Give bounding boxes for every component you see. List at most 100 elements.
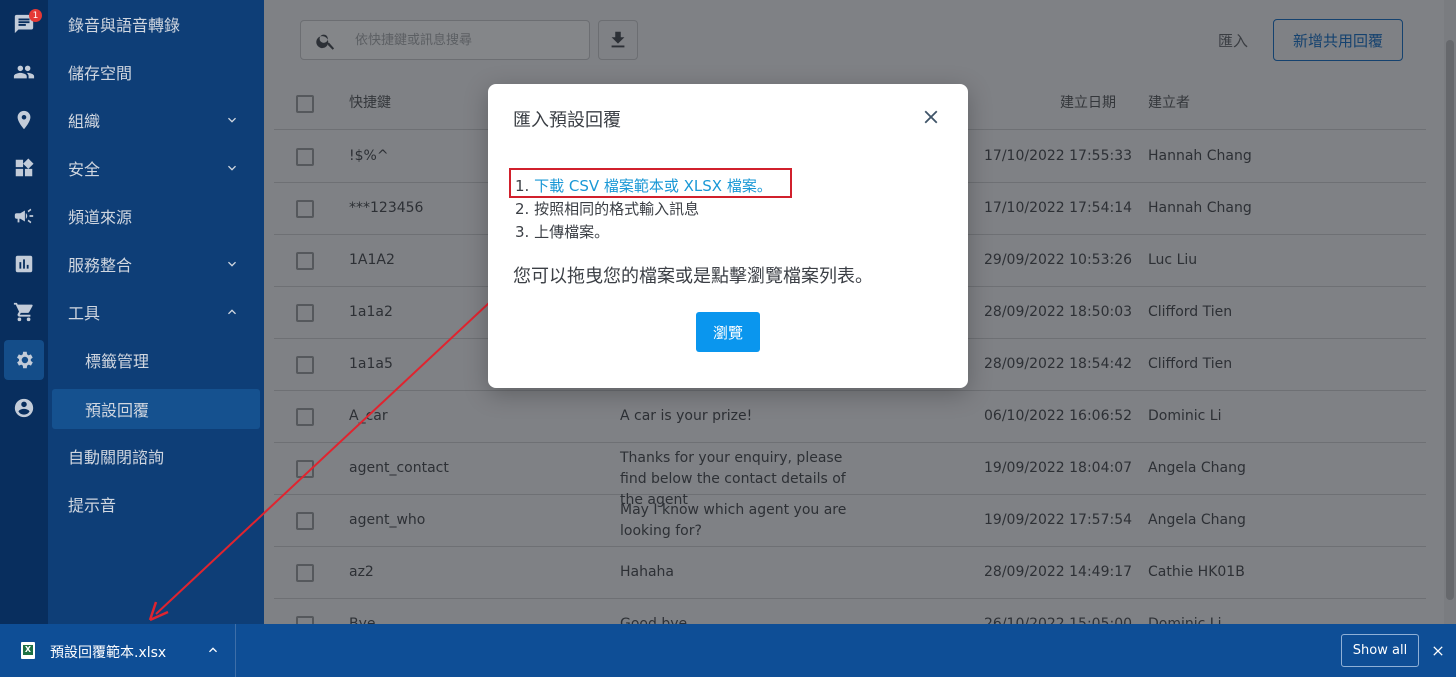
settings-menu: 錄音與語音轉錄 儲存空間 組織 安全 頻道來源 服務整合 工具 標籤管理 預設回… [48,0,287,624]
step-2: 2. 按照相同的格式輸入訊息 [515,200,700,218]
menu-item-notification-sound[interactable]: 提示音 [52,484,260,524]
menu-item-label: 頻道來源 [68,208,133,227]
step-1: 1. 下載 CSV 檔案範本或 XLSX 檔案。 [515,175,772,196]
download-item[interactable]: X 預設回覆範本.xlsx [0,624,236,677]
cell-creator: Angela Chang [1148,460,1246,476]
menu-item-tools[interactable]: 工具 [52,292,260,332]
search-input[interactable] [355,29,575,51]
row-checkbox[interactable] [296,616,314,624]
table-row[interactable]: A_car A car is your prize! 06/10/2022 16:0… [274,391,1426,443]
row-checkbox[interactable] [296,200,314,218]
cell-key: 1A1A2 [349,252,395,268]
select-all-checkbox[interactable] [296,95,314,113]
row-checkbox[interactable] [296,408,314,426]
cell-creator: Luc Liu [1148,252,1198,268]
menu-item-label: 安全 [68,160,101,179]
cell-key: 1a1a5 [349,356,393,372]
chevron-up-icon [224,304,240,320]
row-checkbox[interactable] [296,460,314,478]
cell-creator: Clifford Tien [1148,356,1233,372]
download-bar: X 預設回覆範本.xlsx Show all [0,624,1456,677]
import-dialog: 匯入預設回覆 1. 下載 CSV 檔案範本或 XLSX 檔案。 2. 按照相同的… [488,84,968,388]
row-checkbox[interactable] [296,252,314,270]
row-checkbox[interactable] [296,304,314,322]
menu-item-label: 組織 [68,112,101,131]
table-row[interactable]: agent_contact Thanks for your enquiry, pl… [274,443,1426,508]
menu-item-tag-management[interactable]: 標籤管理 [52,340,260,380]
cell-date: 28/09/2022 18:50:03 [984,304,1133,320]
menu-item-auto-close[interactable]: 自動關閉諮詢 [52,436,260,476]
table-row[interactable]: az2 Hahaha 28/09/2022 14:49:17 Cathie HK01B [274,547,1426,599]
menu-item-storage[interactable]: 儲存空間 [52,52,260,92]
excel-file-icon: X [21,642,35,659]
show-all-button[interactable]: Show all [1341,634,1419,667]
browse-button[interactable]: 瀏覽 [696,312,760,352]
account-icon[interactable] [4,388,44,428]
cell-key: az2 [349,564,374,580]
icon-rail: 1 [0,0,48,624]
cell-date: 17/10/2022 17:54:14 [984,200,1133,216]
chevron-down-icon [224,256,240,272]
close-icon[interactable] [920,106,942,128]
header-creator: 建立者 [1148,95,1190,111]
cell-message: May I know which agent you are looking f… [620,502,847,539]
chat-icon[interactable]: 1 [4,4,44,44]
search-icon [315,30,337,52]
header-key: 快捷鍵 [349,95,391,111]
menu-item-recording[interactable]: 錄音與語音轉錄 [52,4,260,44]
cell-date: 19/09/2022 18:04:07 [984,460,1133,476]
add-shared-reply-button[interactable]: 新增共用回覆 [1273,19,1403,61]
menu-item-security[interactable]: 安全 [52,148,260,188]
menu-item-integration[interactable]: 服務整合 [52,244,260,284]
chevron-up-icon[interactable] [205,642,221,658]
step-3: 3. 上傳檔案。 [515,223,610,241]
cell-key: agent_contact [349,460,449,476]
cell-message: A car is your prize! [620,408,753,424]
row-checkbox[interactable] [296,148,314,166]
cell-key: Bye [349,616,376,624]
cell-message: Hahaha [620,564,675,580]
menu-item-label: 預設回覆 [85,401,150,420]
cell-creator: Hannah Chang [1148,200,1252,216]
cart-icon[interactable] [4,292,44,332]
download-template-link[interactable]: 下載 CSV 檔案範本或 XLSX 檔案。 [534,177,772,195]
close-icon[interactable] [1430,643,1446,659]
cell-creator: Hannah Chang [1148,148,1252,164]
table-row[interactable]: agent_who May I know which agent you are … [274,495,1426,547]
menu-item-channel-source[interactable]: 頻道來源 [52,196,260,236]
chevron-down-icon [224,160,240,176]
row-checkbox[interactable] [296,512,314,530]
location-pin-icon[interactable] [4,100,44,140]
menu-item-label: 提示音 [68,496,117,515]
cell-key: !$%^ [349,148,389,164]
people-icon[interactable] [4,52,44,92]
cell-creator: Cathie HK01B [1148,564,1245,580]
cell-creator: Angela Chang [1148,512,1246,528]
dialog-title: 匯入預設回覆 [513,110,621,131]
header-date: 建立日期 [1060,95,1116,111]
step-number: 1. [515,177,535,195]
table-row[interactable]: Bye Good bye 26/10/2022 15:05:00 Dominic Li [274,599,1426,624]
import-button[interactable]: 匯入 [1218,30,1248,51]
menu-item-label: 服務整合 [68,256,133,275]
download-icon [611,31,625,48]
bar-chart-icon[interactable] [4,244,44,284]
cell-message: Good bye [620,616,688,624]
row-checkbox[interactable] [296,564,314,582]
vertical-scrollbar[interactable] [1444,0,1456,624]
scrollbar-thumb[interactable] [1446,40,1454,600]
cell-key: 1a1a2 [349,304,393,320]
megaphone-icon[interactable] [4,196,44,236]
cell-key: agent_who [349,512,426,528]
menu-item-label: 儲存空間 [68,64,133,83]
menu-item-label: 錄音與語音轉錄 [68,16,181,35]
menu-item-default-replies[interactable]: 預設回覆 [52,389,260,429]
cell-date: 29/09/2022 10:53:26 [984,252,1133,268]
chevron-down-icon [224,112,240,128]
export-download-button[interactable] [598,20,638,60]
widgets-icon[interactable] [4,148,44,188]
settings-gear-icon[interactable] [4,340,44,380]
row-checkbox[interactable] [296,356,314,374]
menu-item-organization[interactable]: 組織 [52,100,260,140]
cell-date: 19/09/2022 17:57:54 [984,512,1133,528]
